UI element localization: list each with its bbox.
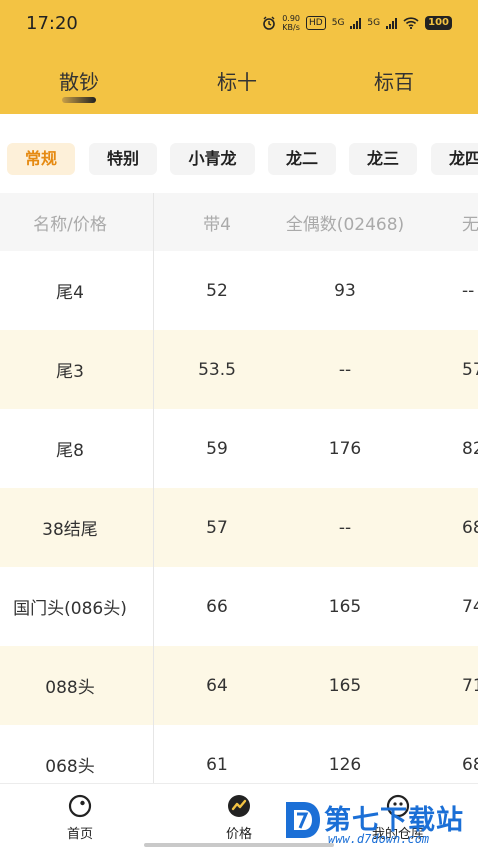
table-header-row: 名称/价格 带4 全偶数(02468) 无4 bbox=[0, 193, 478, 251]
active-tab-indicator bbox=[62, 97, 96, 103]
row-name-cell: 尾4 bbox=[56, 283, 84, 303]
signal-icon-1 bbox=[350, 17, 362, 29]
chip-longsi[interactable]: 龙四 bbox=[431, 143, 478, 175]
nav-price-label: 价格 bbox=[225, 827, 252, 842]
row-price-cell: -- bbox=[338, 359, 352, 380]
network-speed-unit: KB/s bbox=[282, 23, 300, 32]
header-dai4: 带4 bbox=[203, 214, 231, 235]
row-price-cell: -- bbox=[462, 280, 475, 301]
table-row[interactable]: 尾8 59 176 82 bbox=[0, 409, 478, 488]
row-price-cell: 71 bbox=[462, 675, 478, 696]
watermark: 第七下载站 www.d7down.com bbox=[282, 796, 478, 850]
row-price-cell: 53.5 bbox=[198, 359, 236, 380]
row-price-cell: 57 bbox=[206, 517, 228, 538]
net-label-2: 5G bbox=[367, 18, 381, 28]
row-name-cell: 38结尾 bbox=[42, 520, 98, 540]
row-price-cell: -- bbox=[338, 517, 352, 538]
status-time: 17:20 bbox=[26, 13, 78, 34]
signal-icon-2 bbox=[386, 17, 398, 29]
tab-biaoshi[interactable]: 标十 bbox=[177, 66, 297, 95]
row-price-cell: 59 bbox=[206, 438, 228, 459]
network-speed: 0.90 KB/s bbox=[282, 14, 300, 32]
active-tab-pointer bbox=[70, 106, 86, 114]
nav-home[interactable]: 首页 bbox=[40, 794, 120, 842]
status-bar: 17:20 0.90 KB/s HD 5G 5G 100 bbox=[0, 0, 478, 50]
category-chip-bar: 常规 特别 小青龙 龙二 龙三 龙四 bbox=[0, 143, 478, 175]
battery-indicator: 100 bbox=[425, 16, 452, 30]
hd-badge: HD bbox=[306, 16, 326, 30]
row-price-cell: 176 bbox=[328, 438, 362, 459]
chip-longsan[interactable]: 龙三 bbox=[349, 143, 417, 175]
row-price-cell: 165 bbox=[328, 596, 362, 617]
chip-longer[interactable]: 龙二 bbox=[268, 143, 336, 175]
row-price-cell: 82 bbox=[462, 438, 478, 459]
row-price-cell: 74 bbox=[462, 596, 478, 617]
header-quanoushu: 全偶数(02468) bbox=[285, 214, 405, 235]
table-row[interactable]: 尾4 52 93 -- bbox=[0, 251, 478, 330]
app-header: 17:20 0.90 KB/s HD 5G 5G 100 散钞 标十 标百 bbox=[0, 0, 478, 114]
chip-xiaoqinglong[interactable]: 小青龙 bbox=[170, 143, 255, 175]
price-chart-icon bbox=[228, 795, 250, 817]
wifi-icon bbox=[403, 17, 419, 29]
frozen-column-divider bbox=[153, 193, 154, 783]
net-label-1: 5G bbox=[331, 18, 345, 28]
nav-price[interactable]: 价格 bbox=[199, 794, 279, 842]
chip-tebie[interactable]: 特别 bbox=[89, 143, 157, 175]
row-price-cell: 165 bbox=[328, 675, 362, 696]
network-speed-value: 0.90 bbox=[282, 14, 301, 23]
table-row[interactable]: 088头 64 165 71 bbox=[0, 646, 478, 725]
table-row[interactable]: 38结尾 57 -- 68 bbox=[0, 488, 478, 567]
table-row[interactable]: 尾3 53.5 -- 57 bbox=[0, 330, 478, 409]
price-table: 名称/价格 带4 全偶数(02468) 无4 尾4 52 93 -- 尾3 53… bbox=[0, 193, 478, 804]
row-price-cell: 68 bbox=[462, 517, 478, 538]
header-wu4: 无4 bbox=[462, 214, 478, 235]
row-price-cell: 57 bbox=[462, 359, 478, 380]
row-price-cell: 64 bbox=[206, 675, 228, 696]
d7-logo-icon bbox=[286, 802, 320, 838]
nav-home-label: 首页 bbox=[66, 827, 93, 842]
row-price-cell: 66 bbox=[206, 596, 228, 617]
alarm-icon bbox=[263, 16, 276, 30]
row-price-cell: 93 bbox=[334, 280, 356, 301]
tab-sanchao[interactable]: 散钞 bbox=[19, 66, 139, 95]
tab-biaobai[interactable]: 标百 bbox=[334, 66, 454, 95]
top-tab-bar: 散钞 标十 标百 bbox=[0, 66, 478, 106]
watermark-url: www.d7down.com bbox=[328, 832, 430, 846]
header-name-price: 名称/价格 bbox=[33, 214, 107, 235]
row-name-cell: 088头 bbox=[45, 678, 95, 698]
status-icons: 0.90 KB/s HD 5G 5G 100 bbox=[262, 14, 452, 32]
table-row[interactable]: 国门头(086头) 66 165 74 bbox=[0, 567, 478, 646]
row-name-cell: 尾3 bbox=[56, 362, 84, 382]
row-price-cell: 52 bbox=[206, 280, 228, 301]
chip-changgui[interactable]: 常规 bbox=[7, 143, 75, 175]
home-icon bbox=[68, 794, 92, 818]
row-name-cell: 尾8 bbox=[56, 441, 84, 461]
row-name-cell: 国门头(086头) bbox=[13, 599, 127, 619]
